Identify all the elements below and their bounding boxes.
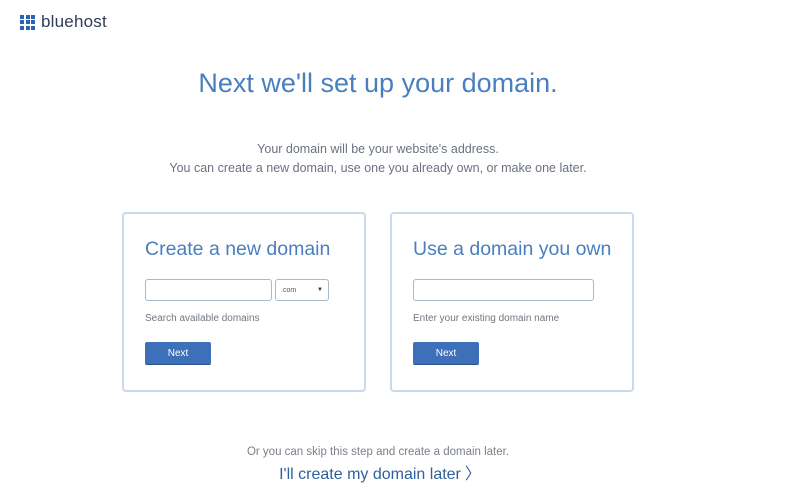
intro-text: Your domain will be your website's addre… bbox=[0, 140, 756, 178]
caret-down-icon: ▼ bbox=[317, 287, 323, 293]
grid-logo-icon bbox=[20, 14, 35, 30]
tld-select[interactable]: .com ▼ bbox=[275, 279, 329, 301]
brand-name: bluehost bbox=[41, 12, 107, 31]
domain-setup-page: bluehost Next we'll set up your domain. … bbox=[0, 0, 800, 494]
page-title: Next we'll set up your domain. bbox=[198, 68, 558, 98]
new-domain-field-row: .com ▼ bbox=[145, 279, 343, 301]
new-domain-card: Create a new domain .com ▼ Search availa… bbox=[122, 212, 366, 392]
create-domain-later-link[interactable]: I'll create my domain later 〉 bbox=[0, 460, 760, 484]
own-domain-title: Use a domain you own bbox=[413, 238, 612, 260]
new-domain-title: Create a new domain bbox=[145, 238, 331, 260]
own-domain-helper: Enter your existing domain name bbox=[413, 313, 560, 324]
bluehost-logo[interactable]: bluehost bbox=[20, 12, 107, 32]
new-domain-helper: Search available domains bbox=[145, 313, 260, 324]
new-domain-next-button[interactable]: Next bbox=[145, 342, 211, 364]
chevron-right-icon: 〉 bbox=[464, 466, 481, 483]
own-domain-field-row bbox=[413, 279, 611, 301]
tld-selected-value: .com bbox=[281, 286, 297, 294]
new-domain-input[interactable] bbox=[145, 279, 272, 301]
own-domain-next-button[interactable]: Next bbox=[413, 342, 479, 364]
skip-text: Or you can skip this step and create a d… bbox=[246, 446, 510, 458]
own-domain-card: Use a domain you own Enter your existing… bbox=[390, 212, 634, 392]
intro-line-2: You can create a new domain, use one you… bbox=[169, 161, 587, 175]
intro-line-1: Your domain will be your website's addre… bbox=[257, 142, 499, 156]
later-link-label: I'll create my domain later bbox=[279, 466, 461, 483]
own-domain-input[interactable] bbox=[413, 279, 594, 301]
